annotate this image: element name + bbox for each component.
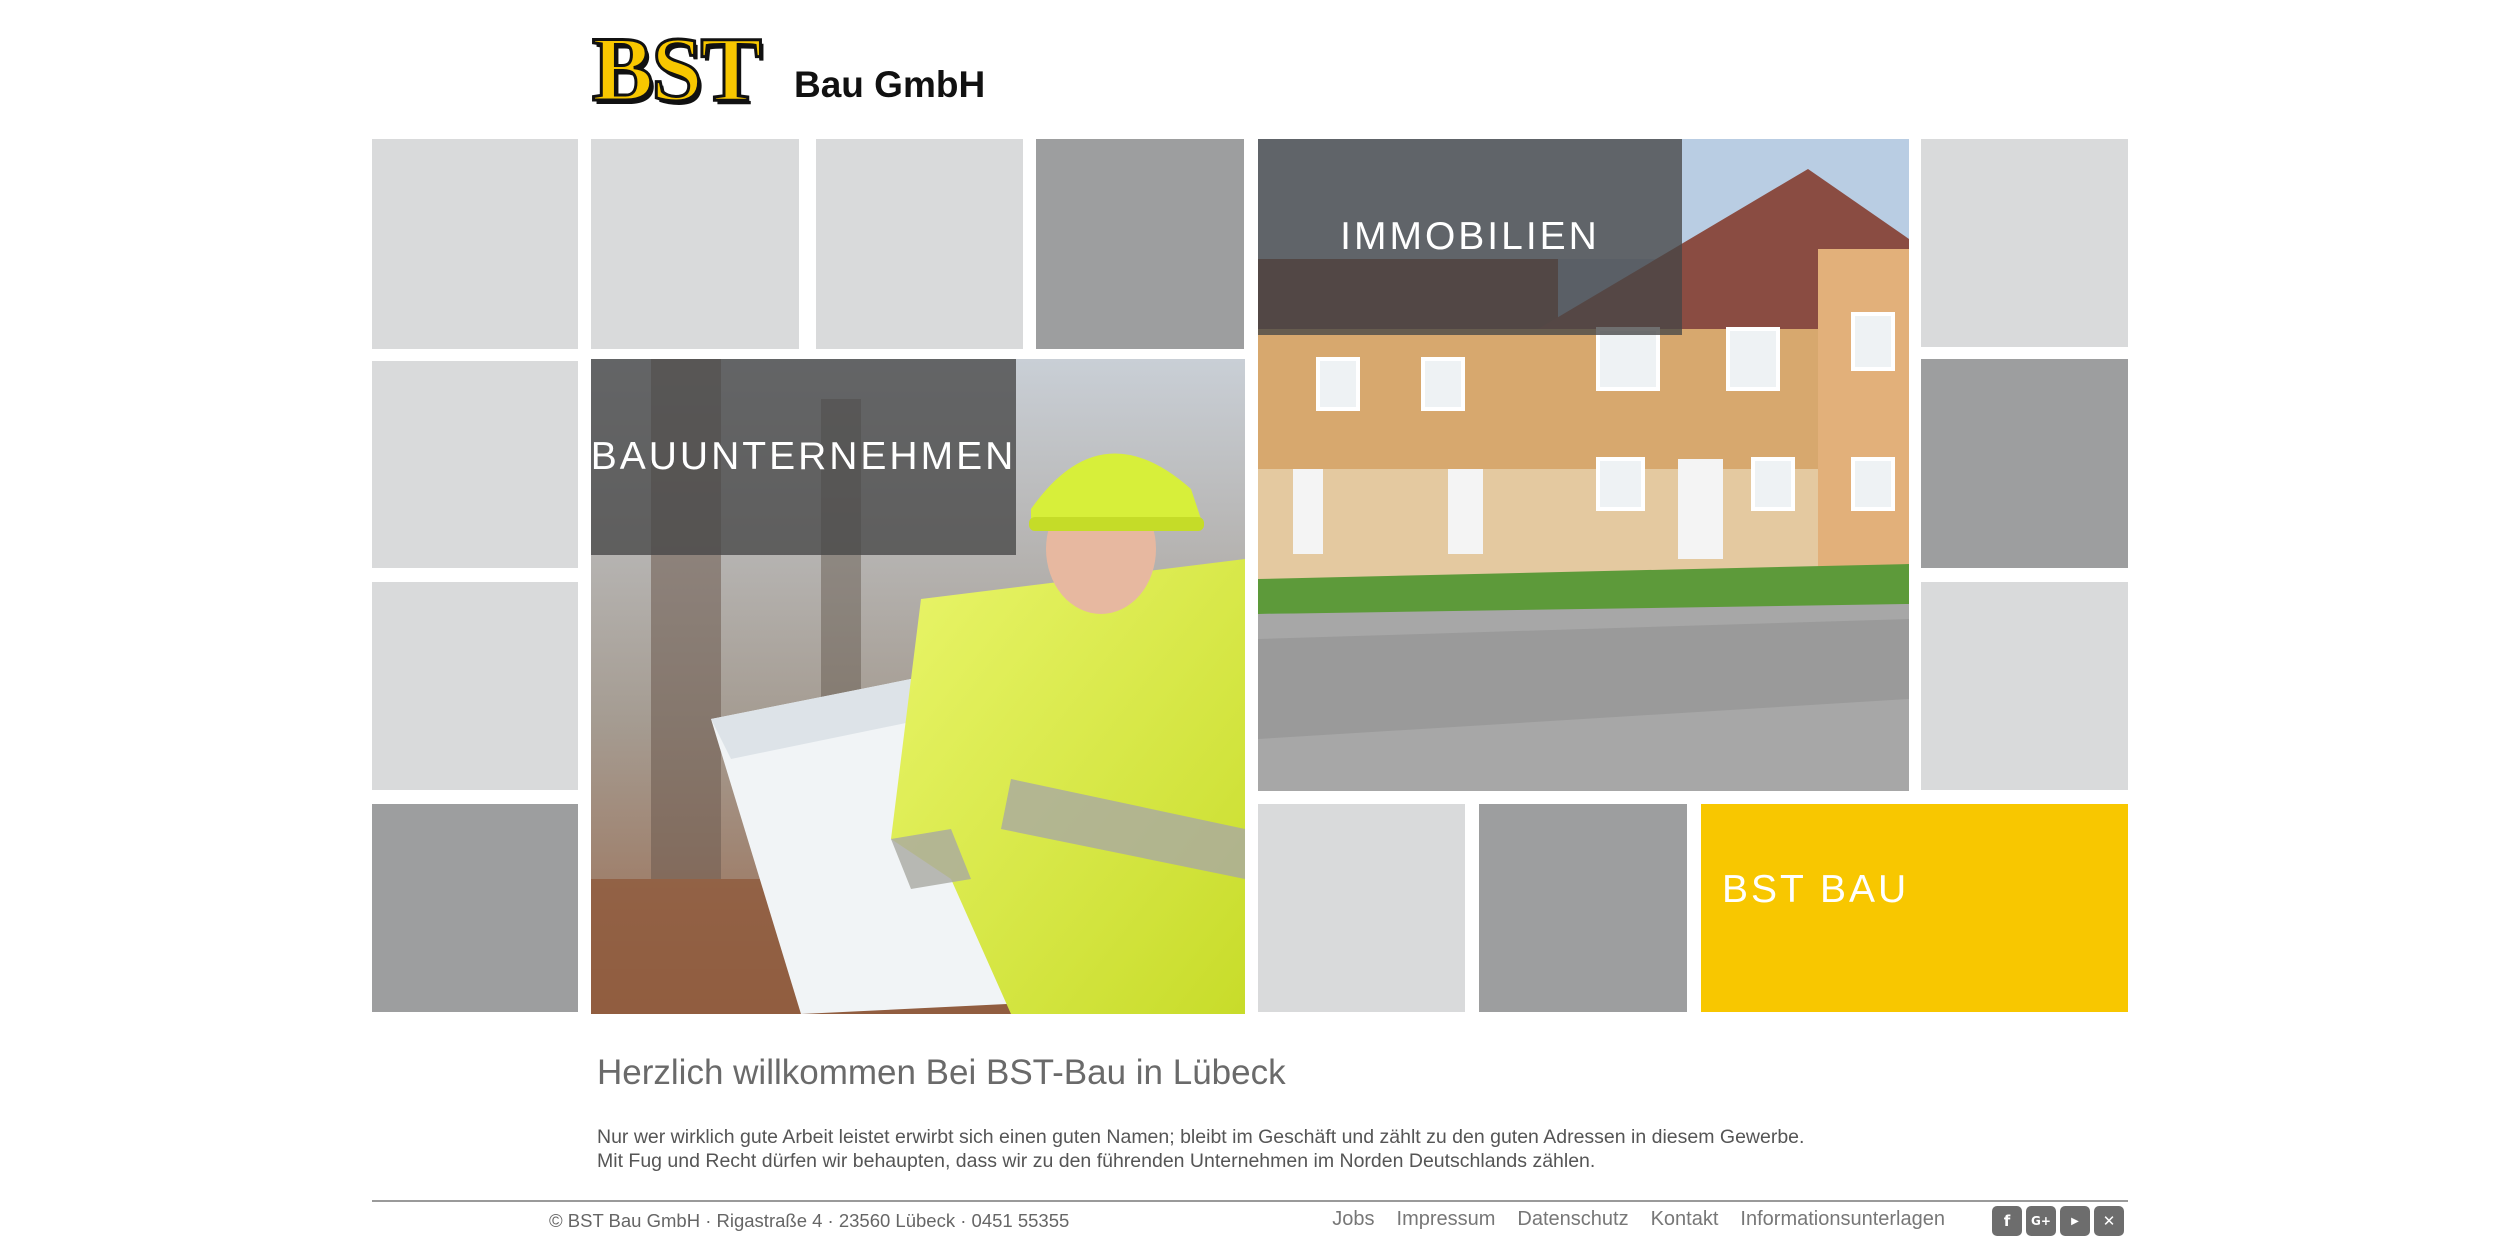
site-logo[interactable]: BST BST Bau GmbH — [592, 24, 985, 110]
tile-r1-c2 — [591, 139, 799, 349]
footer-divider — [372, 1200, 2128, 1202]
youtube-icon[interactable]: ▶ — [2060, 1206, 2090, 1236]
footer-link-informationsunterlagen[interactable]: Informationsunterlagen — [1740, 1208, 1945, 1231]
intro-paragraph: Nur wer wirklich gute Arbeit leistet erw… — [597, 1125, 1804, 1173]
tile-r1-c3 — [816, 139, 1023, 349]
google-plus-icon[interactable]: G+ — [2026, 1206, 2056, 1236]
footer-link-datenschutz[interactable]: Datenschutz — [1517, 1208, 1628, 1231]
bauunternehmen-tile[interactable]: BAUUNTERNEHMEN — [591, 359, 1245, 1014]
bauunternehmen-label: BAUUNTERNEHMEN — [591, 435, 1017, 478]
footer-nav: Jobs Impressum Datenschutz Kontakt Infor… — [1332, 1208, 1945, 1231]
bstbau-label: BST BAU — [1722, 868, 1910, 911]
svg-text:BST: BST — [592, 28, 761, 110]
intro-line-1: Nur wer wirklich gute Arbeit leistet erw… — [597, 1126, 1805, 1148]
footer-link-impressum[interactable]: Impressum — [1397, 1208, 1496, 1231]
bauunternehmen-overlay: BAUUNTERNEHMEN — [591, 359, 1016, 555]
intro-line-2: Mit Fug und Recht dürfen wir behaupten, … — [597, 1150, 1596, 1172]
immobilien-label: IMMOBILIEN — [1340, 215, 1600, 258]
tile-r4-c1 — [372, 804, 578, 1012]
logo-company-name: Bau GmbH — [794, 64, 986, 105]
tile-r3-c7 — [1921, 582, 2128, 790]
tile-r4-c6 — [1479, 804, 1687, 1012]
social-links: f G+ ▶ ✕ — [1992, 1206, 2124, 1236]
tile-r2-c7 — [1921, 359, 2128, 568]
facebook-icon[interactable]: f — [1992, 1206, 2022, 1236]
tile-r4-c5 — [1258, 804, 1465, 1012]
immobilien-tile[interactable]: IMMOBILIEN — [1258, 139, 1909, 791]
tile-r1-c7 — [1921, 139, 2128, 347]
tile-r1-c1 — [372, 139, 578, 349]
tile-r1-c4 — [1036, 139, 1244, 349]
tile-r3-c1 — [372, 582, 578, 790]
tile-r2-c1 — [372, 361, 578, 568]
footer-copyright: © BST Bau GmbH · Rigastraße 4 · 23560 Lü… — [549, 1210, 1070, 1231]
immobilien-overlay: IMMOBILIEN — [1258, 139, 1682, 335]
welcome-heading: Herzlich willkommen Bei BST-Bau in Lübec… — [597, 1053, 1286, 1092]
bst-logo-mark: BST BST — [592, 28, 766, 110]
xing-icon[interactable]: ✕ — [2094, 1206, 2124, 1236]
footer-link-jobs[interactable]: Jobs — [1332, 1208, 1374, 1231]
footer-link-kontakt[interactable]: Kontakt — [1651, 1208, 1719, 1231]
